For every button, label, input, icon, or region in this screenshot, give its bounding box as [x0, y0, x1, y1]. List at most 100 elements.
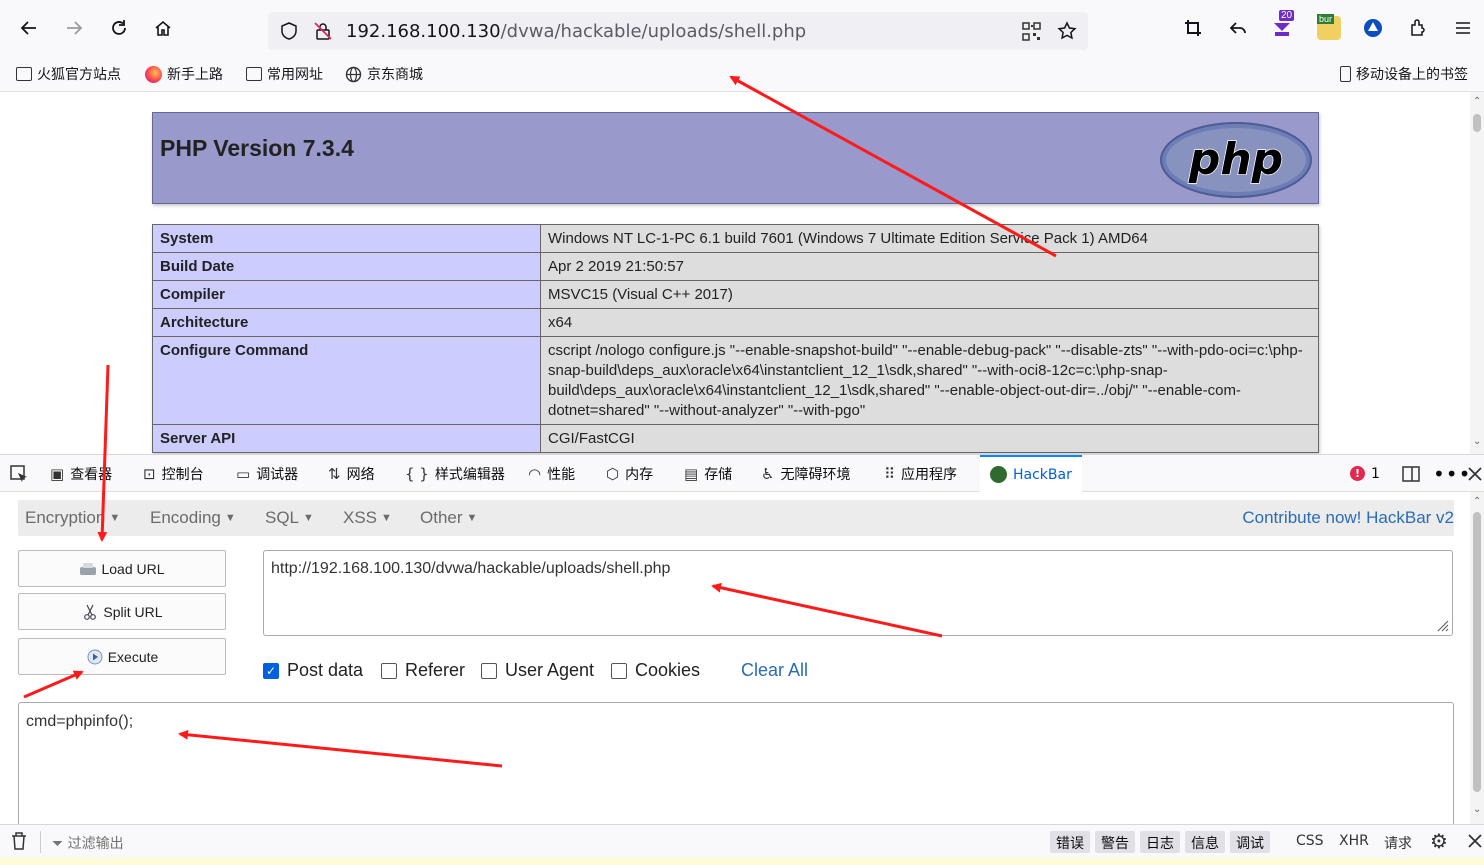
contribute-link[interactable]: Contribute now! HackBar v2: [1242, 508, 1454, 528]
menu-encryption[interactable]: Encryption ▼: [25, 508, 120, 528]
gear-icon[interactable]: ⚙: [1430, 829, 1448, 853]
level-warnings[interactable]: 警告: [1095, 831, 1135, 853]
tab-label: 性能: [547, 466, 576, 483]
tab-storage[interactable]: ▤ 存储: [684, 455, 732, 492]
bookmark-star-icon[interactable]: [1057, 21, 1077, 46]
tab-inspector[interactable]: ▣ 查看器: [50, 455, 112, 492]
globe-icon: [345, 66, 362, 82]
error-counter[interactable]: ! 1: [1350, 455, 1380, 492]
filter-input[interactable]: ⏷ 过滤输出: [52, 833, 124, 853]
tab-debugger[interactable]: ▭ 调试器: [236, 455, 298, 492]
scrollbar-thumb[interactable]: [1473, 114, 1481, 132]
load-url-button[interactable]: Load URL: [18, 550, 226, 587]
menu-label: Other: [420, 508, 463, 527]
menu-xss[interactable]: XSS ▼: [343, 508, 392, 528]
tab-label: 无障碍环境: [780, 466, 851, 483]
checkbox-box: [481, 662, 497, 679]
url-textarea[interactable]: http://192.168.100.130/dvwa/hackable/upl…: [263, 550, 1453, 636]
post-data-textarea[interactable]: cmd=phpinfo();: [18, 702, 1454, 827]
forward-icon[interactable]: [60, 14, 88, 42]
trash-icon[interactable]: [10, 831, 28, 855]
extensions-icon[interactable]: [1404, 14, 1432, 42]
hackbar-scrollbar[interactable]: ⌃ ⌄: [1470, 492, 1484, 824]
resize-handle-icon[interactable]: [1435, 618, 1449, 632]
php-logo: php: [1160, 122, 1312, 198]
bookmark-item[interactable]: 火狐官方站点: [16, 64, 121, 84]
menu-other[interactable]: Other ▼: [420, 508, 477, 528]
url-text[interactable]: 192.168.100.130/dvwa/hackable/uploads/sh…: [346, 21, 806, 42]
download-ext-icon[interactable]: 20: [1268, 10, 1296, 42]
tab-network[interactable]: ⇅ 网络: [328, 455, 375, 492]
scroll-down-icon[interactable]: ⌄: [1473, 436, 1481, 447]
scroll-up-icon[interactable]: ⌃: [1473, 496, 1481, 507]
qr-code-icon[interactable]: [1022, 22, 1041, 46]
post-data-checkbox[interactable]: ✓ Post data: [263, 660, 363, 681]
level-errors[interactable]: 错误: [1050, 831, 1090, 853]
level-logs[interactable]: 日志: [1140, 831, 1180, 853]
page-title: PHP Version 7.3.4: [160, 135, 354, 161]
tab-style-editor[interactable]: { } 样式编辑器: [405, 455, 505, 492]
execute-button[interactable]: Execute: [18, 638, 226, 675]
page-scrollbar[interactable]: ⌃ ⌄: [1470, 92, 1484, 454]
filter-css[interactable]: CSS: [1296, 833, 1324, 849]
chevron-down-icon: ▼: [303, 512, 314, 524]
filter-requests[interactable]: 请求: [1384, 833, 1412, 853]
dock-toggle-icon[interactable]: [1401, 455, 1421, 492]
level-info[interactable]: 信息: [1185, 831, 1225, 853]
bookmark-item[interactable]: 新手上路: [145, 64, 223, 84]
tab-hackbar[interactable]: HackBar: [980, 455, 1082, 492]
tab-performance[interactable]: ◠ 性能: [528, 455, 575, 492]
table-key: Build Date: [152, 252, 541, 281]
user-agent-checkbox[interactable]: User Agent: [481, 660, 594, 681]
filter-xhr[interactable]: XHR: [1339, 833, 1369, 849]
filter-icon: ⏷: [52, 836, 64, 852]
chevron-down-icon: ▼: [224, 512, 236, 524]
play-icon: [87, 649, 103, 664]
screenshot-crop-icon[interactable]: [1179, 14, 1207, 42]
close-icon[interactable]: [1467, 833, 1483, 853]
scroll-up-icon[interactable]: ⌃: [1473, 96, 1481, 107]
menu-sql[interactable]: SQL ▼: [265, 508, 314, 528]
cookies-checkbox[interactable]: Cookies: [611, 660, 700, 681]
clear-all-link[interactable]: Clear All: [741, 660, 808, 681]
scrollbar-thumb[interactable]: [1473, 512, 1481, 792]
checkmark-icon: ✓: [263, 662, 279, 679]
close-icon[interactable]: [1467, 455, 1483, 492]
burp-ext-icon[interactable]: bur: [1315, 14, 1343, 42]
table-row: Server API CGI/FastCGI: [152, 424, 1319, 453]
tab-label: 内存: [625, 466, 654, 483]
bookmark-label: 新手上路: [167, 67, 223, 83]
tab-application[interactable]: ⠿ 应用程序: [884, 455, 957, 492]
mobile-bookmarks[interactable]: 移动设备上的书签: [1340, 64, 1468, 84]
back-icon[interactable]: [15, 14, 43, 42]
url-textarea-value: http://192.168.100.130/dvwa/hackable/upl…: [271, 560, 671, 577]
bookmark-item[interactable]: 京东商城: [345, 64, 423, 84]
shield-icon[interactable]: [279, 21, 299, 46]
home-icon[interactable]: [149, 14, 177, 42]
url-bar[interactable]: 192.168.100.130/dvwa/hackable/uploads/sh…: [268, 12, 1088, 50]
bookmark-label: 火狐官方站点: [37, 67, 121, 83]
menu-label: SQL: [265, 508, 300, 527]
bookmark-item[interactable]: 常用网址: [246, 64, 323, 84]
checkbox-label: User Agent: [505, 660, 595, 680]
tab-accessibility[interactable]: ♿ 无障碍环境: [761, 455, 850, 492]
php-logo-text: php: [1188, 134, 1283, 185]
network-icon: ⇅: [328, 464, 341, 483]
hackbar-panel: Encryption ▼ Encoding ▼ SQL ▼ XSS ▼ Other ▼ C…: [0, 492, 1470, 827]
undo-arrow-icon[interactable]: [1224, 14, 1252, 42]
referer-checkbox[interactable]: Referer: [381, 660, 465, 681]
scroll-down-icon[interactable]: ⌄: [1473, 804, 1481, 815]
tab-memory[interactable]: ⬡ 内存: [606, 455, 653, 492]
tab-label: 样式编辑器: [434, 466, 505, 483]
element-picker-icon[interactable]: [9, 455, 29, 492]
insecure-lock-icon[interactable]: [313, 21, 333, 46]
checkbox-box: [611, 662, 627, 679]
menu-encoding[interactable]: Encoding ▼: [150, 508, 236, 528]
level-debug[interactable]: 调试: [1230, 831, 1270, 853]
more-options-icon[interactable]: •••: [1433, 455, 1471, 492]
split-url-button[interactable]: Split URL: [18, 593, 226, 630]
reload-icon[interactable]: [105, 14, 133, 42]
menu-hamburger-icon[interactable]: [1449, 14, 1477, 42]
account-icon[interactable]: [1359, 14, 1387, 42]
tab-console[interactable]: ⊡ 控制台: [143, 455, 204, 492]
